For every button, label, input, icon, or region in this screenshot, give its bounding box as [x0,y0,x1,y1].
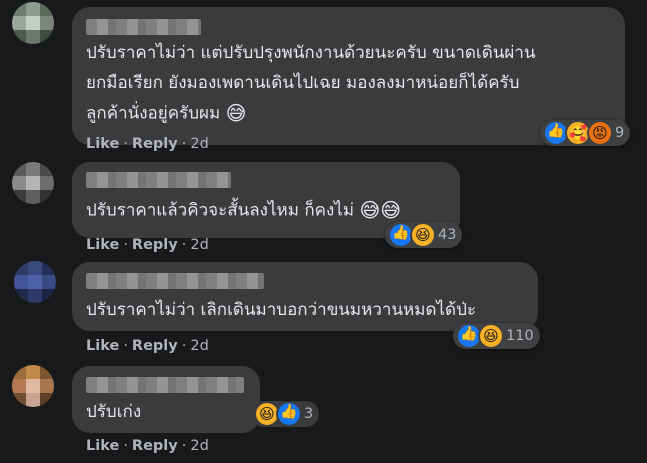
reaction-count: 9 [615,125,625,141]
like-link[interactable]: Like [86,237,119,253]
reaction-summary[interactable]: 🥰 😡 9 [540,120,631,146]
grinning-sweat-emoji: 😅 [225,101,247,125]
timestamp[interactable]: 2d [190,136,208,152]
haha-icon: 😆 [478,323,504,349]
comment-actions: Like · Reply · 2d [86,237,209,253]
commenter-name[interactable] [86,273,264,289]
reply-link[interactable]: Reply [132,237,178,253]
reaction-summary[interactable]: 😆 3 [251,401,320,427]
comment-text-line: ลูกค้านั่งอยู่ครับผม 😅 [86,99,246,129]
like-link[interactable]: Like [86,338,119,354]
comment-bubble: ปรับราคาไม่ว่า เลิกเดินมาบอกว่าขนมหวานหม… [72,262,538,331]
reaction-count: 43 [438,227,457,243]
comment-text-line: ยกมือเรียก ยังมองเพดานเดินไปเฉย มองลงมาห… [86,73,520,93]
comment-actions: Like · Reply · 2d [86,136,209,152]
like-icon [276,401,302,427]
like-link[interactable]: Like [86,136,119,152]
reply-link[interactable]: Reply [132,338,178,354]
commenter-name[interactable] [86,377,244,393]
angry-icon: 😡 [587,120,613,146]
grinning-sweat-emoji: 😅😅 [359,198,402,222]
timestamp[interactable]: 2d [190,237,208,253]
commenter-name[interactable] [86,172,231,188]
avatar[interactable] [12,162,54,204]
reaction-summary[interactable]: 😆 43 [385,222,463,248]
comment-text-line: ปรับราคาแล้วคิวจะสั้นลงไหม ก็คงไม่ 😅😅 [86,196,401,226]
haha-icon: 😆 [410,222,436,248]
commenter-name[interactable] [86,19,201,35]
comment-text-line: ปรับราคาไม่ว่า แต่ปรับปรุงพนักงานด้วยนะค… [86,43,536,63]
reply-link[interactable]: Reply [132,136,178,152]
timestamp[interactable]: 2d [190,438,208,454]
comment-text-line: ปรับเก่ง [86,402,142,422]
comment-text-line: ปรับราคาไม่ว่า เลิกเดินมาบอกว่าขนมหวานหม… [86,300,477,320]
reaction-summary[interactable]: 😆 110 [453,323,540,349]
comment-actions: Like · Reply · 2d [86,438,209,454]
reaction-count: 3 [304,406,314,422]
reply-link[interactable]: Reply [132,438,178,454]
reaction-count: 110 [506,328,534,344]
avatar[interactable] [14,261,56,303]
avatar[interactable] [12,2,54,44]
timestamp[interactable]: 2d [190,338,208,354]
comment-actions: Like · Reply · 2d [86,338,209,354]
avatar[interactable] [12,365,54,407]
comment-bubble: ปรับเก่ง [72,366,260,433]
like-link[interactable]: Like [86,438,119,454]
